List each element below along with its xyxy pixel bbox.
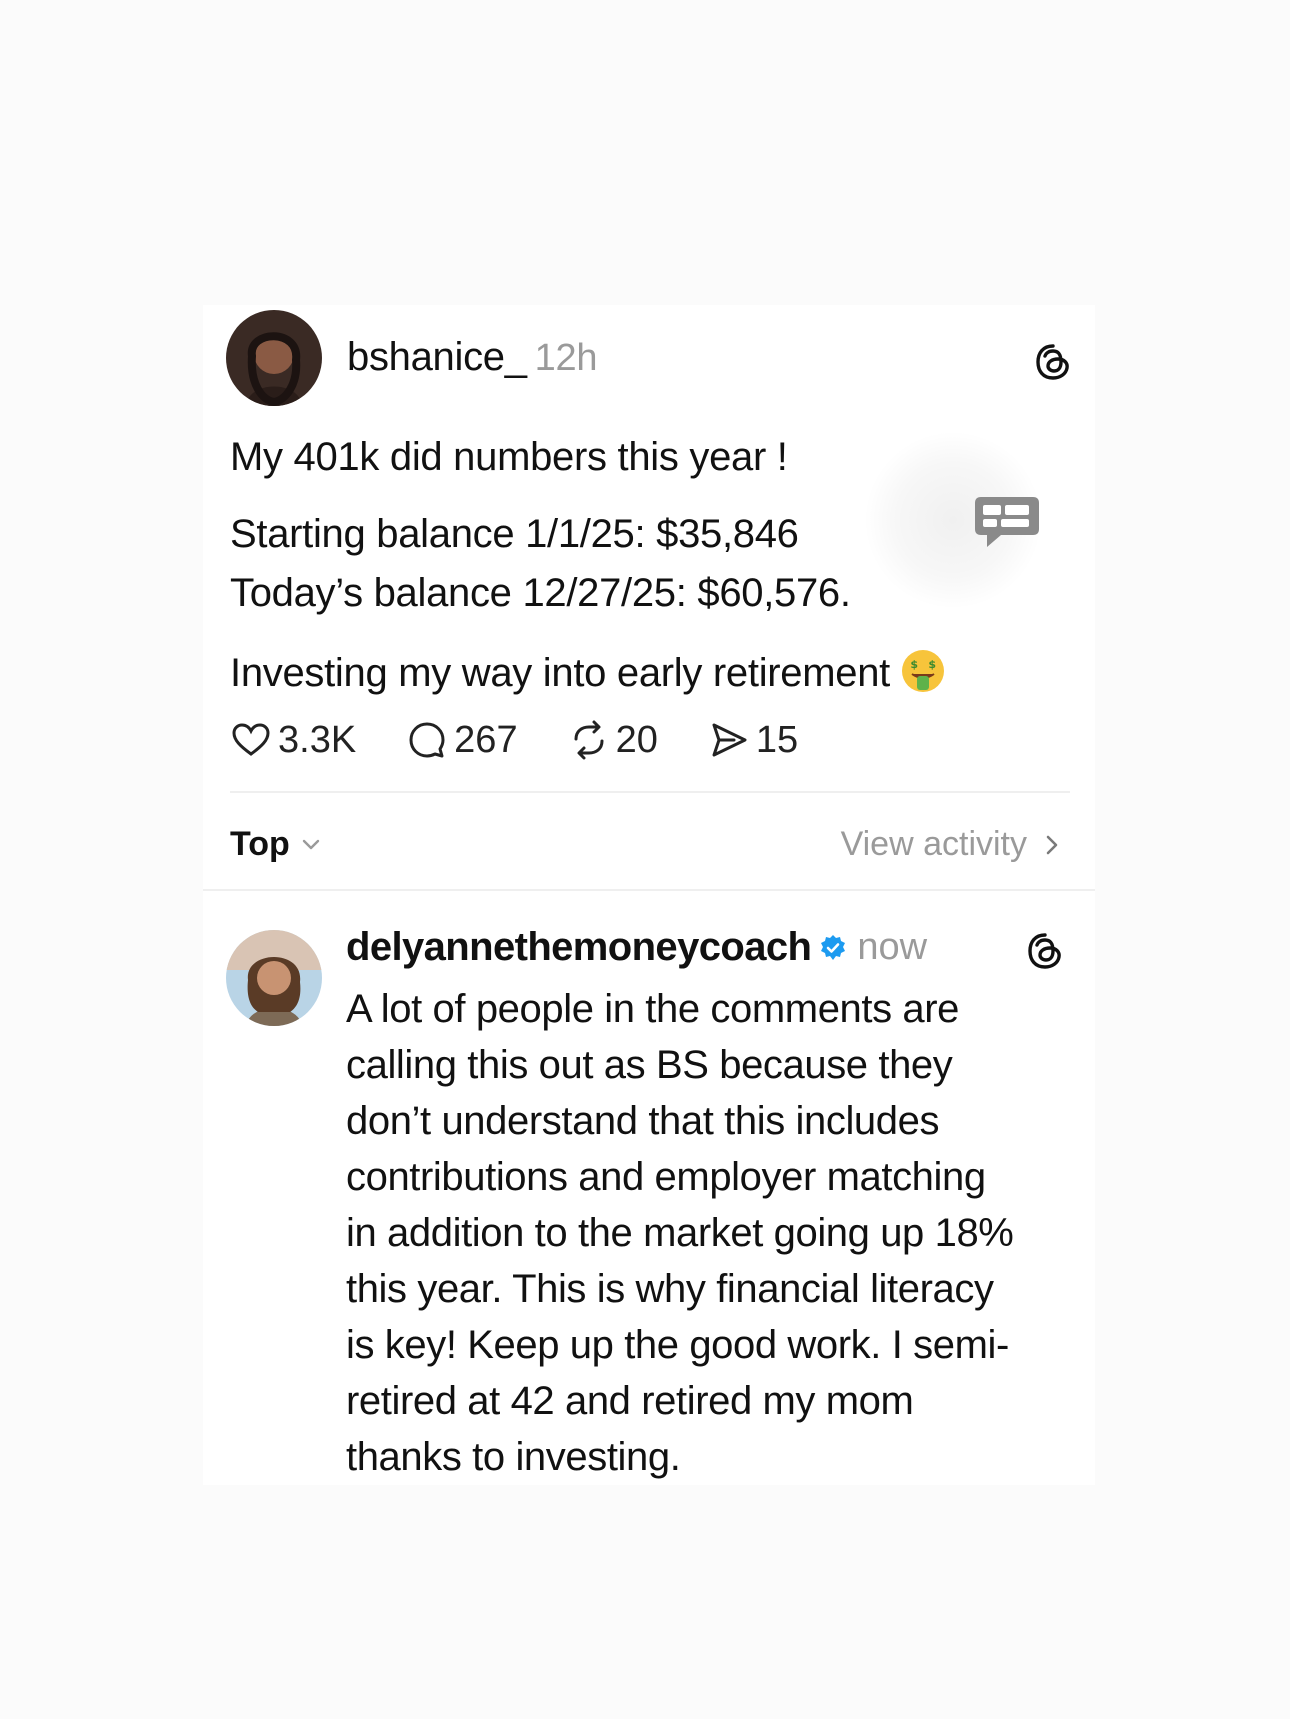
chevron-right-icon	[1046, 835, 1058, 854]
threads-logo-icon[interactable]	[1033, 342, 1073, 382]
money-mouth-face-icon: $ $	[901, 650, 944, 692]
post-author-header: bshanice_ 12h	[347, 335, 597, 380]
section-divider	[203, 889, 1095, 891]
repost-icon	[574, 720, 604, 760]
share-count: 15	[755, 718, 799, 761]
divider	[230, 791, 1070, 793]
reply-count: 267	[454, 718, 518, 761]
reply-text-line: is key! Keep up the good work. I semi-	[346, 1323, 1009, 1367]
repost-count: 20	[615, 718, 658, 761]
reply-text-line: retired at 42 and retired my mom	[346, 1379, 914, 1423]
svg-text:$: $	[928, 658, 935, 671]
like-button[interactable]: 3.3K	[230, 719, 356, 762]
reply-text: A lot of people in the comments are call…	[346, 981, 1066, 1485]
avatar[interactable]	[226, 310, 322, 406]
post-username[interactable]: bshanice_	[347, 335, 527, 379]
post-text-line: Today’s balance 12/27/25: $60,576.	[230, 571, 851, 615]
post-text-line-with-emoji: Investing my way into early retirement $…	[230, 648, 946, 696]
reply-button[interactable]: 267	[406, 718, 518, 762]
reply-text-line: this year. This is why financial literac…	[346, 1267, 994, 1311]
chevron-down-icon	[302, 839, 319, 849]
post-actions: 3.3K 267 20 15	[230, 715, 848, 765]
share-button[interactable]: 15	[708, 719, 798, 762]
post-text-line: Starting balance 1/1/25: $35,846	[230, 512, 799, 556]
reply-timestamp: now	[857, 926, 928, 968]
post-timestamp: 12h	[534, 337, 598, 379]
reply-text-line: in addition to the market going up 18%	[346, 1211, 1014, 1255]
view-activity-link[interactable]: View activity	[841, 825, 1065, 864]
reply-text-line: calling this out as BS because they	[346, 1043, 953, 1087]
reply-username[interactable]: delyannethemoneycoach	[346, 925, 812, 970]
reply-text-line: A lot of people in the comments are	[346, 987, 960, 1031]
comment-icon	[409, 722, 445, 758]
view-activity-label: View activity	[840, 825, 1027, 863]
repost-button[interactable]: 20	[568, 719, 658, 762]
sort-dropdown[interactable]: Top	[230, 825, 324, 864]
send-icon	[712, 723, 747, 757]
thread-card: bshanice_ 12h My 401k did numbers this ye…	[203, 305, 1095, 1485]
comment-reaction-icon[interactable]	[973, 493, 1041, 553]
reply-text-line: contributions and employer matching	[346, 1155, 986, 1199]
like-count: 3.3K	[278, 718, 357, 761]
reply-author-header: delyannethemoneycoach now	[346, 925, 927, 970]
threads-logo-icon[interactable]	[1025, 931, 1065, 971]
avatar[interactable]	[226, 930, 322, 1026]
heart-icon	[232, 723, 270, 756]
reply-text-line: thanks to investing.	[346, 1435, 681, 1479]
post-text-line: My 401k did numbers this year !	[230, 435, 788, 479]
verified-badge-icon	[821, 934, 846, 960]
svg-text:$: $	[910, 658, 917, 671]
post-text-line: Investing my way into early retirement	[230, 651, 890, 695]
sort-label: Top	[230, 825, 290, 863]
reply-text-line: don’t understand that this includes	[346, 1099, 940, 1143]
